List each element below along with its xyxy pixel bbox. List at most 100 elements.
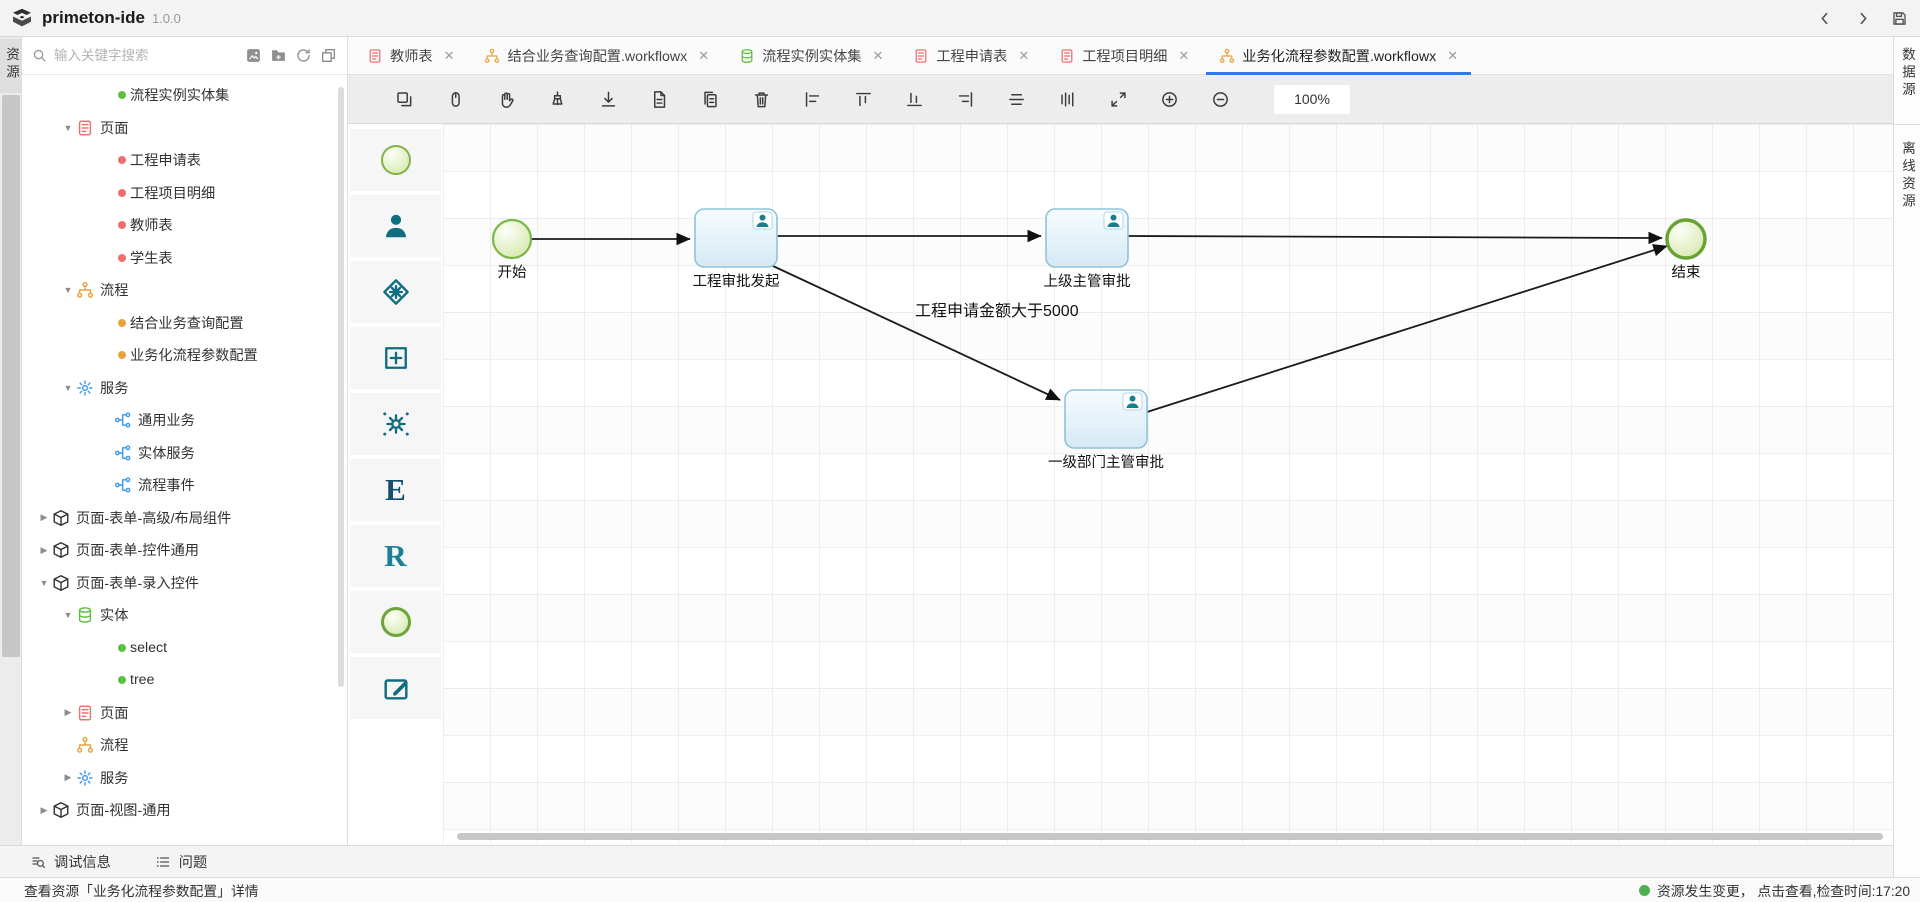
tree-item[interactable]: ▶服务 — [22, 762, 347, 794]
close-icon[interactable]: ✕ — [1018, 49, 1029, 62]
align-top-button[interactable] — [854, 90, 873, 109]
zoom-out-button[interactable] — [1211, 90, 1230, 109]
palette-item-subprocess[interactable] — [350, 327, 441, 389]
align-bottom-button[interactable] — [905, 90, 924, 109]
tree-scrollbar[interactable] — [338, 87, 344, 687]
bpmn-task-dept-manager[interactable]: 一级部门主管审批 — [1048, 390, 1164, 471]
pointer-button[interactable] — [446, 90, 465, 109]
tree-item[interactable]: ▼流程 — [22, 274, 347, 306]
tree-item[interactable]: ▶页面 — [22, 697, 347, 729]
datasource-panel-tab[interactable]: 数据源 — [1894, 47, 1920, 103]
editor-tab[interactable]: 业务化流程参数配置.workflowx✕ — [1204, 37, 1473, 74]
collapse-all-button[interactable] — [320, 47, 337, 64]
editor-tab[interactable]: 教师表✕ — [352, 37, 469, 74]
tree-item[interactable]: 教师表 — [22, 209, 347, 241]
refresh-button[interactable] — [295, 47, 312, 64]
workflow-canvas[interactable]: 工程申请金额大于5000开始工程审批发起上级主管审批一级部门主管审批结束 — [443, 124, 1893, 845]
tree-item[interactable]: 流程实例实体集 — [22, 79, 347, 111]
bpmn-end-event[interactable]: 结束 — [1667, 220, 1705, 281]
palette-item-service-task[interactable] — [350, 393, 441, 455]
tree-item[interactable]: 结合业务查询配置 — [22, 307, 347, 339]
distribute-vertical-button[interactable] — [1058, 90, 1077, 109]
close-icon[interactable]: ✕ — [872, 49, 883, 62]
resource-change-notice[interactable]: 资源发生变更， 点击查看,检查时间:17:20 — [1639, 880, 1910, 900]
close-icon[interactable]: ✕ — [698, 49, 709, 62]
tree-item[interactable]: 业务化流程参数配置 — [22, 339, 347, 371]
editor-tab[interactable]: 流程实例实体集✕ — [724, 37, 898, 74]
status-green-dot-icon — [1639, 885, 1650, 896]
editor-tab[interactable]: 结合业务查询配置.workflowx✕ — [469, 37, 724, 74]
bottom-tab[interactable]: 问题 — [155, 852, 207, 872]
palette-item-end-event[interactable] — [350, 591, 441, 653]
tree-item[interactable]: ▼实体 — [22, 599, 347, 631]
clone-button[interactable] — [395, 90, 414, 109]
tree-item[interactable]: ▶页面-视图-通用 — [22, 794, 347, 826]
close-icon[interactable]: ✕ — [1178, 49, 1189, 62]
tree-item[interactable]: 流程 — [22, 729, 347, 761]
palette-item-letter-r-tool[interactable]: R — [350, 525, 441, 587]
hand-button[interactable] — [497, 90, 516, 109]
bottom-tab[interactable]: 调试信息 — [30, 852, 111, 872]
flow-edge-dept-manager-end[interactable] — [1147, 246, 1667, 412]
tree-item[interactable]: ▼ 页面-表单-录入控件 — [22, 567, 347, 599]
canvas-horizontal-scrollbar[interactable] — [457, 833, 1883, 840]
tree-item-label: 页面-表单-录入控件 — [76, 573, 199, 593]
tree-item[interactable]: 学生表 — [22, 242, 347, 274]
distribute-horizontal-button[interactable] — [1007, 90, 1026, 109]
editor-tab[interactable]: 工程申请表✕ — [898, 37, 1044, 74]
back-icon[interactable] — [1817, 10, 1834, 27]
chevron-right-icon[interactable]: ▶ — [60, 772, 76, 783]
search-input[interactable] — [54, 48, 245, 63]
close-icon[interactable]: ✕ — [444, 49, 455, 62]
chevron-down-icon[interactable]: ▼ — [60, 610, 76, 620]
chevron-down-icon[interactable]: ▼ — [60, 383, 76, 393]
chevron-right-icon[interactable]: ▶ — [60, 707, 76, 718]
bpmn-task-supervisor[interactable]: 上级主管审批 — [1044, 209, 1131, 290]
offline-resources-panel-tab[interactable]: 离线资源 — [1894, 141, 1920, 214]
align-left-button[interactable] — [803, 90, 822, 109]
palette-item-gateway[interactable] — [350, 261, 441, 323]
tree-item[interactable]: tree — [22, 664, 347, 696]
download-button[interactable] — [599, 90, 618, 109]
palette-item-letter-e-tool[interactable]: E — [350, 459, 441, 521]
palette-item-edit-task[interactable] — [350, 657, 441, 719]
palette-item-start-event[interactable] — [350, 129, 441, 191]
chevron-right-icon[interactable]: ▶ — [36, 545, 52, 556]
export-image-button[interactable] — [245, 47, 262, 64]
tree-item[interactable]: ▶页面-表单-控件通用 — [22, 534, 347, 566]
align-right-button[interactable] — [956, 90, 975, 109]
file-button[interactable] — [650, 90, 669, 109]
bpmn-task-initiate[interactable]: 工程审批发起 — [693, 209, 780, 290]
flow-edge-initiate-dept-manager[interactable] — [773, 266, 1060, 400]
chevron-down-icon[interactable]: ▼ — [60, 123, 76, 133]
tree-item[interactable]: ▼服务 — [22, 372, 347, 404]
tree-item[interactable]: 流程事件 — [22, 469, 347, 501]
tree-item[interactable]: 工程申请表 — [22, 144, 347, 176]
panel-scrollbar[interactable] — [2, 95, 20, 657]
zoom-level-input[interactable]: 100% — [1274, 85, 1350, 114]
tree-item[interactable]: 实体服务 — [22, 437, 347, 469]
tree-item[interactable]: select — [22, 632, 347, 664]
chevron-down-icon[interactable]: ▼ — [36, 578, 52, 588]
chevron-right-icon[interactable]: ▶ — [36, 512, 52, 523]
tree-item[interactable]: 通用业务 — [22, 404, 347, 436]
editor-tab[interactable]: 工程项目明细✕ — [1044, 37, 1204, 74]
palette-item-user-task[interactable] — [350, 195, 441, 257]
tree-item[interactable]: ▶页面-表单-高级/布局组件 — [22, 502, 347, 534]
zoom-in-button[interactable] — [1160, 90, 1179, 109]
brush-button[interactable] — [548, 90, 567, 109]
chevron-right-icon[interactable]: ▶ — [36, 805, 52, 816]
forward-icon[interactable] — [1854, 10, 1871, 27]
chevron-down-icon[interactable]: ▼ — [60, 285, 76, 295]
save-icon[interactable] — [1891, 10, 1908, 27]
close-icon[interactable]: ✕ — [1447, 49, 1458, 62]
resources-panel-tab[interactable]: 资源 — [0, 39, 22, 93]
bpmn-start-event[interactable]: 开始 — [493, 220, 531, 281]
file-copy-button[interactable] — [701, 90, 720, 109]
fit-screen-button[interactable] — [1109, 90, 1128, 109]
tree-item[interactable]: ▼页面 — [22, 112, 347, 144]
delete-button[interactable] — [752, 90, 771, 109]
tree-item[interactable]: 工程项目明细 — [22, 177, 347, 209]
flow-edge-supervisor-end[interactable] — [1128, 236, 1662, 238]
new-folder-button[interactable] — [270, 47, 287, 64]
